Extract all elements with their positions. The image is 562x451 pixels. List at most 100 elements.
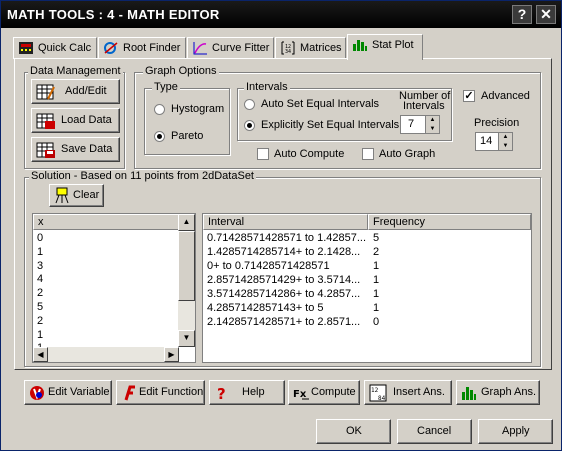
scroll-right-icon[interactable]: ▶ bbox=[164, 347, 179, 362]
x-list-scrollbar[interactable]: ▲ ▼ bbox=[178, 214, 195, 347]
eraser-icon bbox=[55, 187, 69, 204]
tab-stat-plot[interactable]: Stat Plot bbox=[347, 34, 423, 60]
spinner-buttons[interactable]: ▲ ▼ bbox=[425, 116, 439, 133]
auto-set-intervals-label: Auto Set Equal Intervals bbox=[261, 98, 380, 110]
interval-cell[interactable]: 0+ to 0.71428571428571 bbox=[207, 259, 330, 273]
ok-label: OK bbox=[346, 425, 362, 437]
window-title: MATH TOOLS : 4 - MATH EDITOR bbox=[7, 7, 220, 22]
cancel-button[interactable]: Cancel bbox=[397, 419, 472, 444]
number-of-intervals-spinner[interactable]: 7 ▲ ▼ bbox=[400, 115, 440, 134]
auto-set-intervals-radio[interactable] bbox=[244, 99, 255, 110]
apply-button[interactable]: Apply bbox=[478, 419, 553, 444]
pareto-radio[interactable] bbox=[154, 131, 165, 142]
edit-function-button[interactable]: Edit Function bbox=[116, 380, 205, 405]
frequency-cell[interactable]: 1 bbox=[373, 259, 379, 273]
type-label: Type bbox=[152, 81, 180, 93]
edit-variable-button[interactable]: Edit Variable bbox=[24, 380, 112, 405]
scroll-up-icon[interactable]: ▲ bbox=[178, 214, 195, 231]
save-data-button[interactable]: Save Data bbox=[31, 137, 120, 162]
interval-cell[interactable]: 0.71428571428571 to 1.42857... bbox=[207, 231, 366, 245]
x-list-hscrollbar[interactable]: ◀ ▶ bbox=[33, 347, 179, 362]
tab-curve-fitter[interactable]: Curve Fitter bbox=[187, 37, 274, 59]
edit-function-icon bbox=[124, 385, 135, 401]
interval-cell[interactable]: 4.2857142857143+ to 5 bbox=[207, 301, 324, 315]
question-mark-icon: ? bbox=[217, 385, 226, 401]
tab-root-finder[interactable]: Root Finder bbox=[98, 37, 186, 59]
svg-text:34: 34 bbox=[285, 49, 291, 55]
intervals-label: Intervals bbox=[244, 81, 290, 93]
insert-ans-button[interactable]: 12 84 Insert Ans. bbox=[364, 380, 452, 405]
ok-button[interactable]: OK bbox=[316, 419, 391, 444]
spinner-buttons[interactable]: ▲ ▼ bbox=[498, 133, 512, 150]
interval-cell[interactable]: 2.8571428571429+ to 3.5714... bbox=[207, 273, 360, 287]
compute-icon: Fx bbox=[293, 389, 309, 400]
interval-column-header[interactable]: Interval bbox=[203, 214, 368, 230]
list-item[interactable]: 4 bbox=[37, 272, 43, 286]
math-tools-window: MATH TOOLS : 4 - MATH EDITOR ? ✕ Quick C… bbox=[0, 0, 562, 451]
frequency-cell[interactable]: 0 bbox=[373, 315, 379, 329]
spin-up-icon[interactable]: ▲ bbox=[426, 116, 439, 125]
list-item[interactable]: 5 bbox=[37, 300, 43, 314]
tab-matrices[interactable]: 12 34 Matrices bbox=[275, 37, 346, 59]
load-data-icon bbox=[36, 113, 55, 129]
help-button[interactable]: ? Help bbox=[209, 380, 285, 405]
spin-up-icon[interactable]: ▲ bbox=[499, 133, 512, 142]
interval-cell[interactable]: 2.1428571428571+ to 2.8571... bbox=[207, 315, 360, 329]
list-item[interactable]: 2 bbox=[37, 286, 43, 300]
data-management-label: Data Management bbox=[28, 65, 123, 77]
spin-down-icon[interactable]: ▼ bbox=[426, 125, 439, 134]
load-data-label: Load Data bbox=[61, 114, 112, 126]
frequency-cell[interactable]: 2 bbox=[373, 245, 379, 259]
help-icon[interactable]: ? bbox=[512, 5, 532, 24]
interval-cell[interactable]: 3.5714285714286+ to 4.2857... bbox=[207, 287, 360, 301]
scroll-down-icon[interactable]: ▼ bbox=[178, 330, 195, 347]
tab-quick-calc[interactable]: Quick Calc bbox=[13, 37, 97, 59]
advanced-checkbox[interactable]: ✓ bbox=[463, 90, 475, 102]
interval-cell[interactable]: 1.4285714285714+ to 2.1428... bbox=[207, 245, 360, 259]
edit-function-label: Edit Function bbox=[139, 386, 204, 398]
explicit-set-intervals-radio[interactable] bbox=[244, 120, 255, 131]
frequency-column-header[interactable]: Frequency bbox=[368, 214, 531, 230]
add-edit-button[interactable]: Add/Edit bbox=[31, 79, 120, 104]
spin-down-icon[interactable]: ▼ bbox=[499, 142, 512, 151]
root-finder-icon bbox=[104, 42, 118, 55]
list-item[interactable]: 1 bbox=[37, 328, 43, 342]
scroll-left-icon[interactable]: ◀ bbox=[33, 347, 48, 362]
frequency-cell[interactable]: 5 bbox=[373, 231, 379, 245]
cancel-label: Cancel bbox=[417, 425, 452, 437]
calculator-icon bbox=[19, 42, 33, 55]
list-item[interactable]: 3 bbox=[37, 259, 43, 273]
compute-button[interactable]: Fx Compute bbox=[288, 380, 360, 405]
frequency-cell[interactable]: 1 bbox=[373, 287, 379, 301]
graph-ans-button[interactable]: Graph Ans. bbox=[456, 380, 540, 405]
close-icon[interactable]: ✕ bbox=[536, 5, 556, 24]
frequency-table[interactable]: Interval Frequency 0.71428571428571 to 1… bbox=[202, 213, 532, 363]
data-table-icon bbox=[36, 84, 55, 100]
title-bar[interactable]: MATH TOOLS : 4 - MATH EDITOR ? ✕ bbox=[1, 1, 561, 28]
add-edit-label: Add/Edit bbox=[65, 85, 107, 97]
frequency-cell[interactable]: 1 bbox=[373, 301, 379, 315]
load-data-button[interactable]: Load Data bbox=[31, 108, 120, 133]
x-values-list[interactable]: x 013425211 ▲ ▼ ◀ ▶ bbox=[32, 213, 196, 363]
precision-label: Precision bbox=[474, 117, 520, 129]
auto-compute-checkbox[interactable] bbox=[257, 148, 269, 160]
x-column-header[interactable]: x bbox=[33, 214, 179, 230]
clear-button[interactable]: Clear bbox=[49, 184, 104, 207]
graph-answer-icon bbox=[462, 387, 476, 400]
auto-graph-checkbox[interactable] bbox=[362, 148, 374, 160]
type-group bbox=[144, 88, 230, 155]
list-item[interactable]: 2 bbox=[37, 314, 43, 328]
svg-text:12: 12 bbox=[371, 387, 379, 394]
svg-text:?: ? bbox=[217, 385, 226, 401]
list-item[interactable]: 0 bbox=[37, 231, 43, 245]
frequency-cell[interactable]: 1 bbox=[373, 273, 379, 287]
scroll-thumb[interactable] bbox=[178, 231, 195, 301]
tab-label: Curve Fitter bbox=[212, 42, 270, 54]
edit-variable-label: Edit Variable bbox=[48, 386, 110, 398]
precision-spinner[interactable]: 14 ▲ ▼ bbox=[475, 132, 513, 151]
list-item[interactable]: 1 bbox=[37, 245, 43, 259]
apply-label: Apply bbox=[502, 425, 530, 437]
histogram-radio[interactable] bbox=[154, 104, 165, 115]
histogram-label: Hystogram bbox=[171, 103, 225, 115]
matrix-icon: 1234 bbox=[281, 41, 295, 55]
